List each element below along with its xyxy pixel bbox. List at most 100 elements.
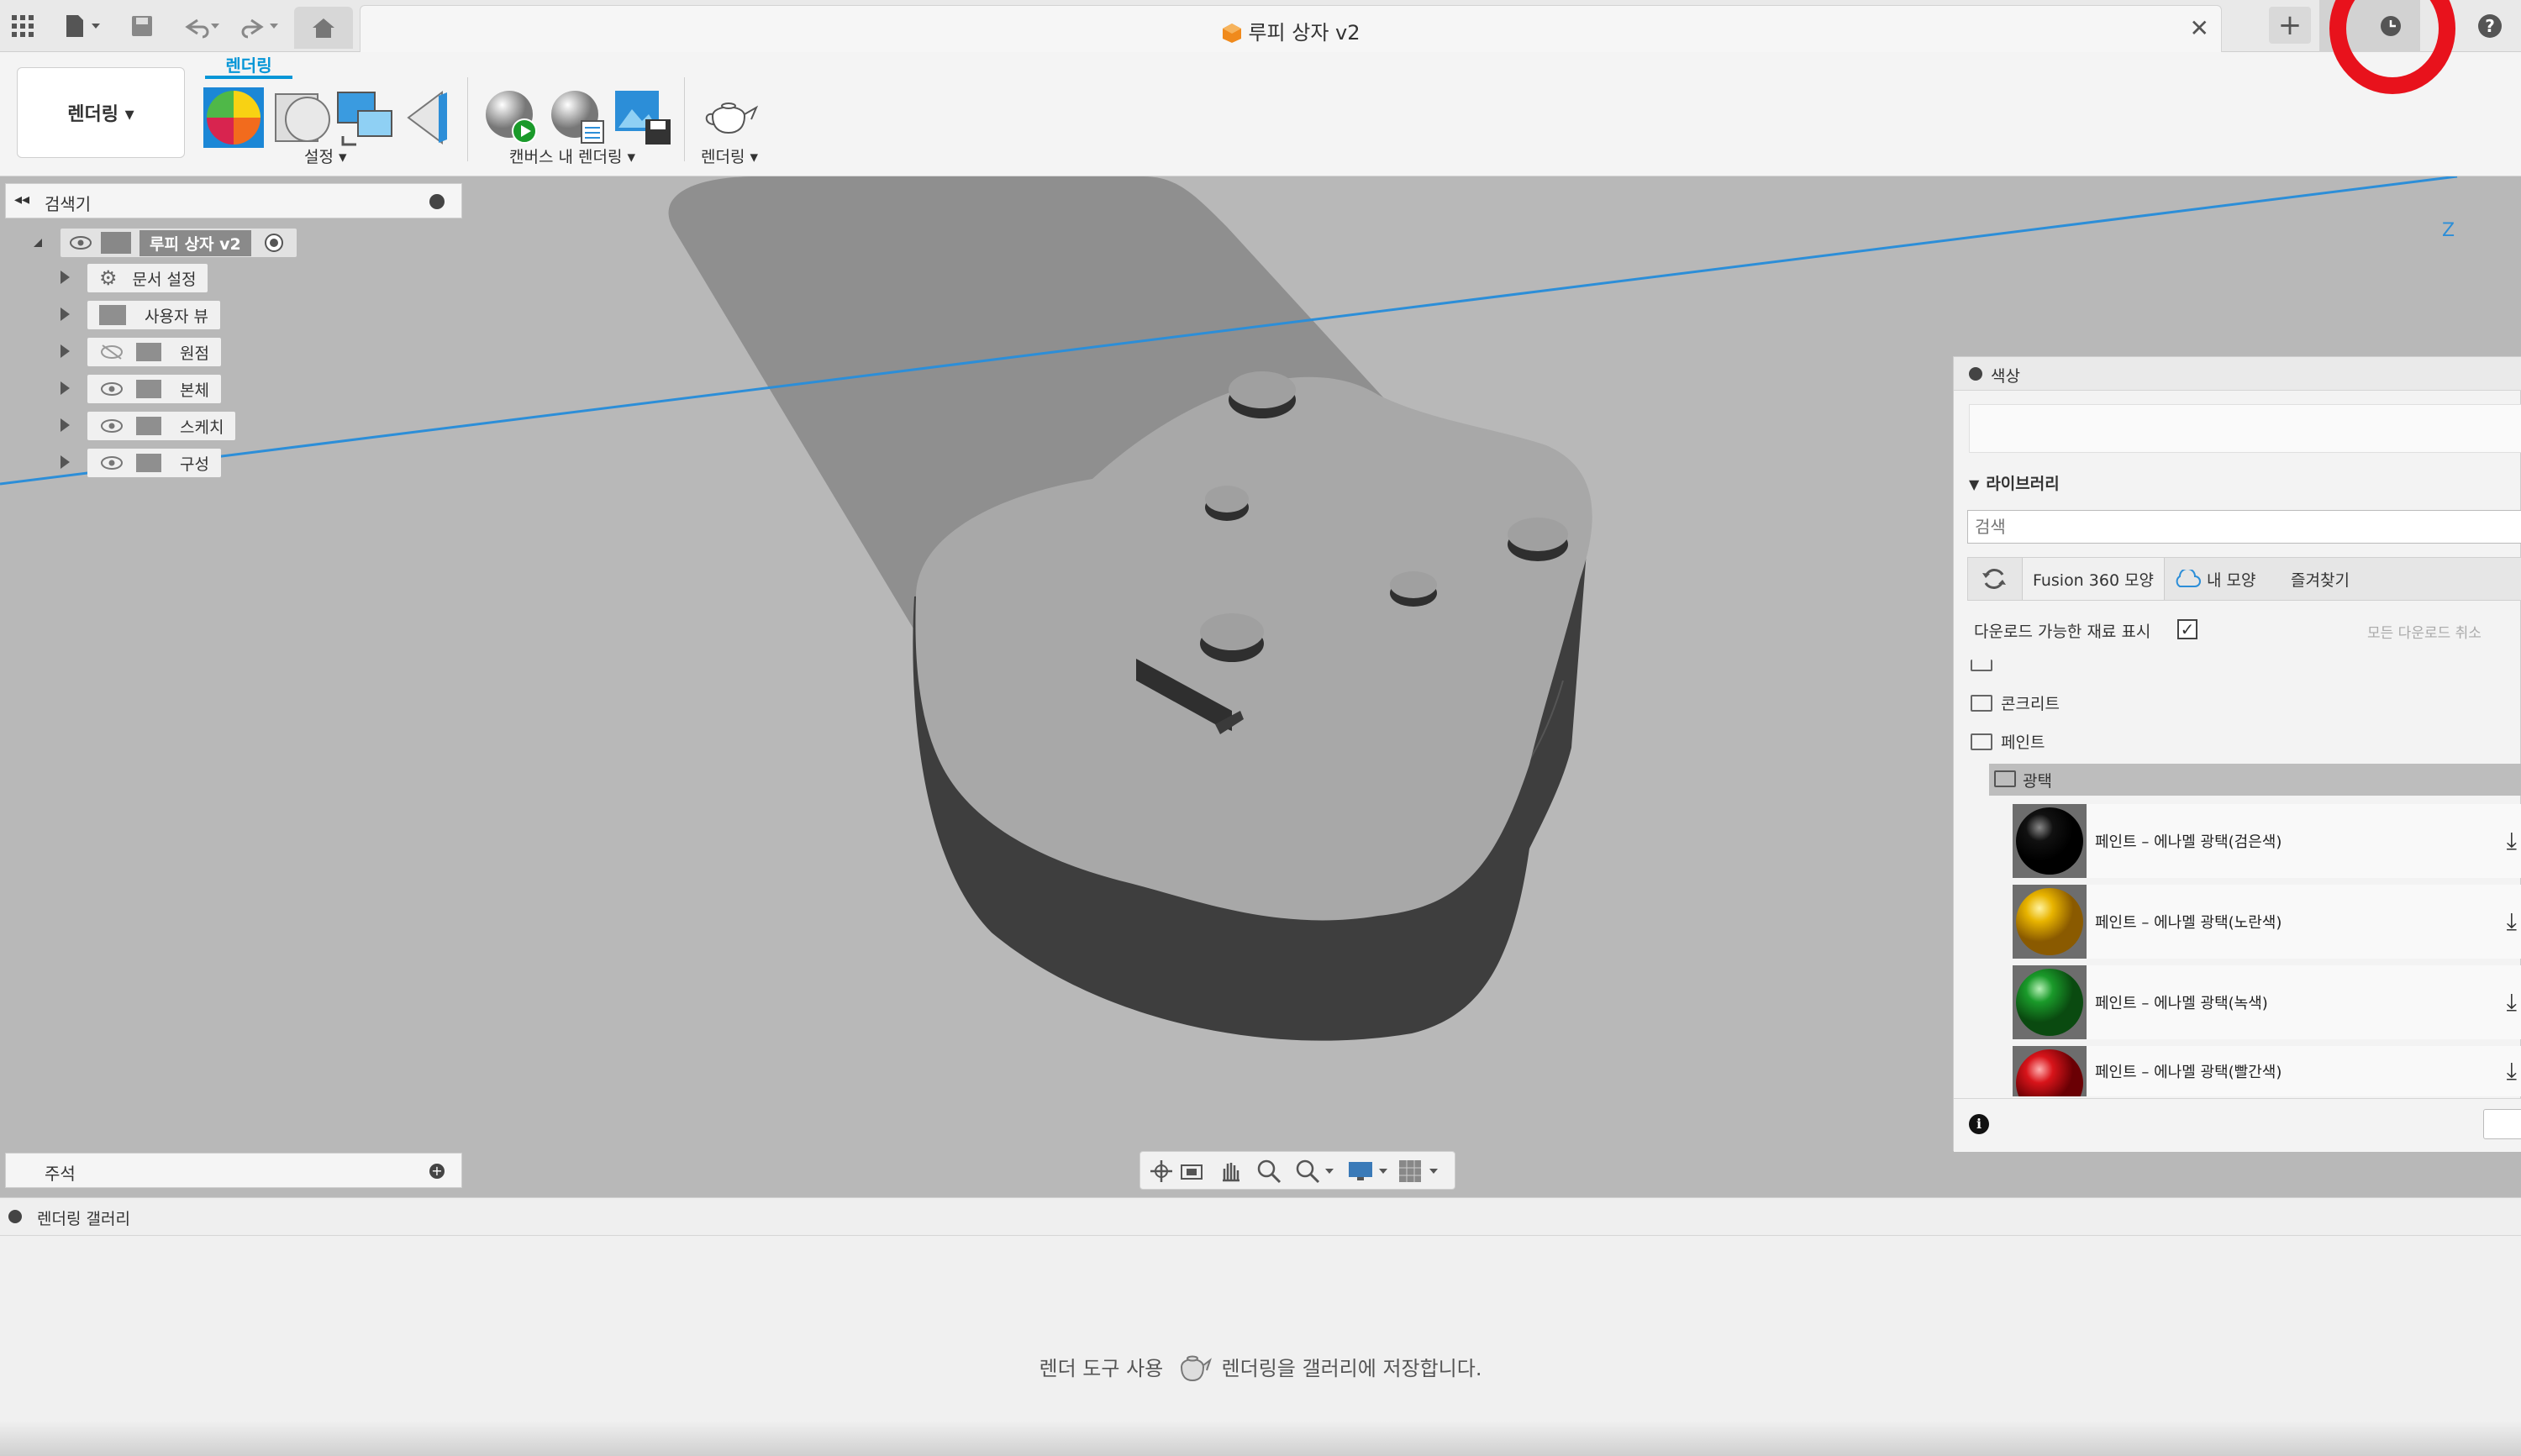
tree-expand-icon[interactable] — [61, 271, 70, 284]
home-tab[interactable] — [294, 7, 353, 49]
tree-expand-icon[interactable] — [61, 307, 70, 321]
comments-title: 주석 — [45, 1164, 76, 1184]
cancel-all-downloads-link[interactable]: 모든 다운로드 취소 — [2367, 621, 2482, 642]
tab-favorites[interactable]: 즐겨찾기 — [2291, 558, 2400, 600]
tree-item-origin[interactable]: 원점 — [87, 338, 221, 366]
scene-settings-tool-button[interactable] — [334, 86, 398, 150]
tree-expand-icon[interactable] — [61, 344, 70, 358]
folder-icon — [1971, 660, 1992, 671]
folder-icon — [1994, 770, 2016, 787]
render-teapot-button[interactable] — [697, 86, 761, 150]
file-menu-icon[interactable] — [59, 10, 109, 42]
tab-rendering[interactable]: 렌더링 — [205, 52, 292, 76]
look-at-icon[interactable] — [1179, 1159, 1204, 1184]
close-tab-icon[interactable]: ✕ — [2190, 14, 2209, 42]
grid-settings-icon[interactable] — [1397, 1159, 1441, 1184]
download-icon[interactable]: ⤓ — [2507, 827, 2517, 855]
svg-text:?: ? — [2485, 16, 2495, 36]
folder-icon[interactable] — [1971, 733, 1992, 750]
orbit-icon[interactable] — [1149, 1159, 1174, 1184]
gallery-collapse-icon[interactable] — [8, 1210, 22, 1223]
undo-icon[interactable] — [176, 10, 227, 42]
download-icon[interactable]: ⤓ — [2507, 988, 2517, 1017]
tree-expand-icon[interactable] — [61, 381, 70, 395]
physical-material-tool-button[interactable] — [271, 86, 334, 150]
folder-icon — [136, 454, 161, 472]
document-tab[interactable]: 루피 상자 v2 ✕ — [360, 5, 2222, 52]
in-canvas-render-settings-button[interactable] — [546, 86, 610, 150]
workspace-switcher-button[interactable]: 렌더링 ▾ — [17, 67, 185, 158]
viewcube[interactable] — [2454, 210, 2521, 311]
active-radio-icon[interactable] — [263, 232, 285, 254]
close-button[interactable] — [2483, 1109, 2521, 1139]
tree-item-sketches[interactable]: 스케치 — [87, 412, 236, 440]
material-item-yellow[interactable]: 페인트 – 에나멜 광택(노란색) ⤓ — [2013, 885, 2521, 959]
pan-hand-icon[interactable] — [1218, 1159, 1243, 1184]
save-icon[interactable] — [126, 10, 158, 42]
add-comment-icon[interactable]: + — [429, 1164, 445, 1179]
tree-item-named-views[interactable]: 사용자 뷰 — [87, 301, 220, 329]
in-canvas-render-tool-button[interactable] — [481, 86, 545, 150]
folder-glossy: 광택 — [2023, 772, 2052, 791]
tree-item-document-settings[interactable]: ⚙ 문서 설정 — [87, 264, 208, 292]
browser-header[interactable]: ◂◂ 검색기 — [5, 183, 462, 218]
eye-icon[interactable] — [99, 381, 124, 397]
ribbon-toolbar: 렌더링 ▾ 렌더링 설정 ▾ 캔버스 내 렌더링 ▾ 렌더링 ▾ — [0, 52, 2521, 176]
folder-concrete[interactable]: 콘크리트 — [2001, 691, 2060, 714]
info-icon[interactable]: i — [1969, 1114, 1989, 1134]
library-search-input[interactable] — [1967, 510, 2521, 544]
material-item-green[interactable]: 페인트 – 에나멜 광택(녹색) ⤓ — [2013, 965, 2521, 1039]
tree-item-bodies[interactable]: 본체 — [87, 375, 221, 403]
setup-group-label[interactable]: 설정 ▾ — [304, 145, 347, 167]
zoom-icon[interactable] — [1256, 1159, 1282, 1184]
download-icon[interactable]: ⤓ — [2507, 907, 2517, 936]
comments-header[interactable]: 주석 + — [5, 1153, 462, 1188]
redo-icon[interactable] — [235, 10, 286, 42]
app-grid-icon[interactable] — [7, 10, 39, 42]
decal-tool-button[interactable] — [400, 86, 464, 150]
material-swatch — [2013, 1046, 2087, 1096]
help-icon[interactable]: ? — [2474, 10, 2506, 42]
eye-icon[interactable] — [99, 418, 124, 434]
tree-expand-icon[interactable] — [61, 418, 70, 432]
folder-glossy-row[interactable]: 광택 — [1989, 764, 2521, 796]
refresh-icon[interactable] — [1968, 558, 2020, 600]
rendering-gallery-header[interactable]: 렌더링 갤러리 — [0, 1197, 2521, 1236]
teapot-icon — [1180, 1355, 1212, 1382]
gallery-title: 렌더링 갤러리 — [37, 1210, 130, 1228]
folder-icon[interactable] — [1971, 695, 1992, 712]
material-item-black[interactable]: 페인트 – 에나멜 광택(검은색) ⤓ — [2013, 804, 2521, 878]
new-tab-icon[interactable]: + — [2269, 7, 2311, 44]
collapse-arrows-icon[interactable]: ◂◂ — [14, 191, 29, 208]
eye-hidden-icon[interactable] — [99, 344, 124, 360]
browser-minimize-icon[interactable] — [429, 194, 445, 209]
tab-fusion-appearances[interactable]: Fusion 360 모양 — [2022, 558, 2165, 600]
cloud-icon — [2176, 570, 2201, 587]
capture-image-button[interactable] — [612, 86, 676, 150]
display-settings-icon[interactable] — [1347, 1159, 1391, 1184]
folder-icon — [99, 305, 126, 325]
tree-item-construction[interactable]: 구성 — [87, 449, 221, 477]
tree-expand-root-icon[interactable] — [34, 239, 42, 247]
fit-window-icon[interactable] — [1295, 1159, 1335, 1184]
material-item-red[interactable]: 페인트 – 에나멜 광택(빨간색) ⤓ — [2013, 1046, 2521, 1096]
eye-icon[interactable] — [99, 455, 124, 471]
render-group-label[interactable]: 렌더링 ▾ — [701, 145, 758, 167]
tab-my-appearances[interactable]: 내 모양 — [2173, 558, 2282, 600]
folder-icon — [136, 343, 161, 361]
downloadable-checkbox[interactable]: ✓ — [2177, 619, 2197, 639]
canvas-render-group-label[interactable]: 캔버스 내 렌더링 ▾ — [509, 145, 635, 167]
library-section-header[interactable]: ▼ 라이브러리 — [1969, 471, 2060, 494]
triangle-down-icon: ▼ — [1969, 476, 1980, 492]
component-cube-icon — [1223, 24, 1242, 43]
download-icon[interactable]: ⤓ — [2507, 1057, 2517, 1085]
appearance-header[interactable]: 색상 — [1954, 357, 2521, 391]
folder-paint[interactable]: 페인트 — [2001, 730, 2045, 753]
collapse-icon[interactable] — [1969, 367, 1982, 381]
appearance-footer: i — [1954, 1098, 2521, 1152]
tree-expand-icon[interactable] — [61, 455, 70, 469]
library-tabs: Fusion 360 모양 내 모양 즐겨찾기 — [1967, 557, 2521, 601]
tree-root-item[interactable]: 루피 상자 v2 — [61, 229, 297, 257]
eye-icon[interactable] — [69, 234, 92, 251]
appearance-tool-button[interactable] — [202, 86, 266, 150]
